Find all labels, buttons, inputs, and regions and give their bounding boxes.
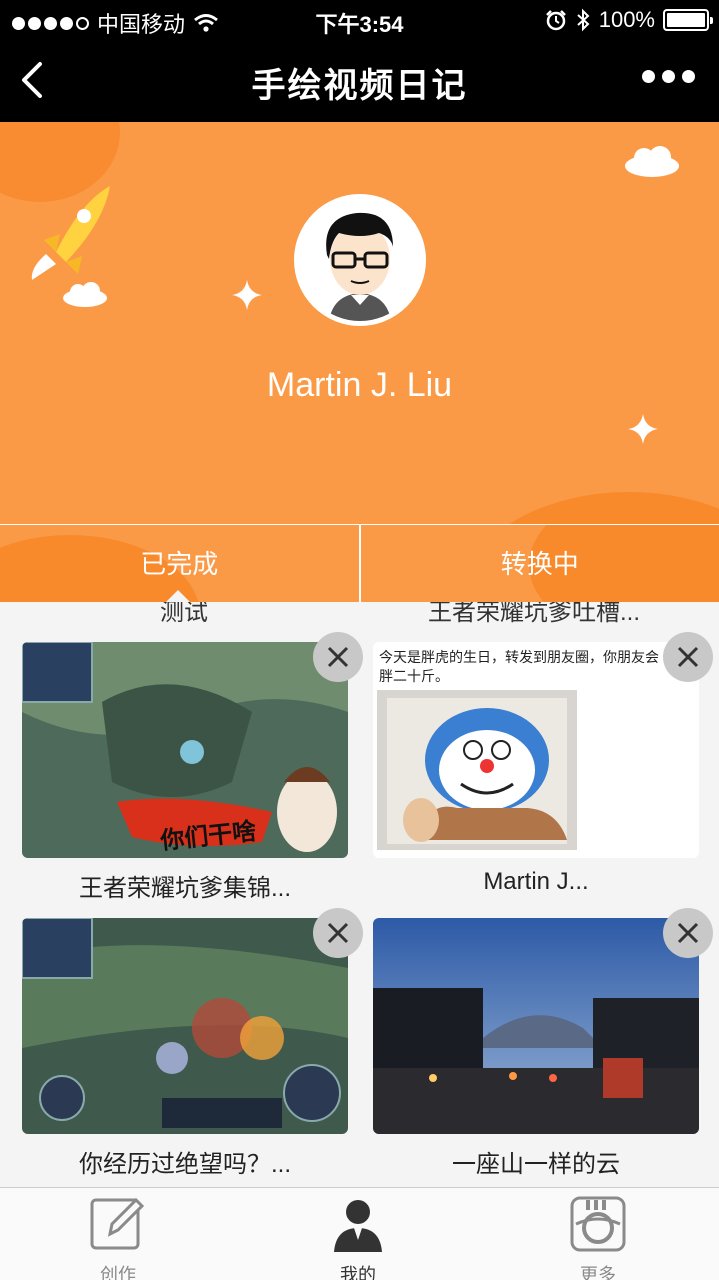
delete-video-button[interactable] [313,908,363,958]
profile-header: Martin J. Liu [0,122,719,524]
list-item-title: 王者荣耀坑爹吐槽... [427,602,640,626]
video-title: 你经历过绝望吗？... [78,1151,291,1178]
edit-icon [90,1197,145,1250]
avatar[interactable] [294,194,426,326]
page-title: 手绘视频日记 [251,67,468,105]
tab-more-label: 更多 [580,1265,616,1280]
sparkle-icon [232,280,262,310]
delete-video-button[interactable] [663,908,713,958]
cloud-icon [625,146,679,177]
tab-converting[interactable]: 转换中 [358,525,719,602]
username: Martin J. Liu [266,366,453,404]
alarm-icon [545,10,566,31]
close-icon [327,646,349,668]
delete-video-button[interactable] [313,632,363,682]
close-icon [677,922,699,944]
status-bar: 中国移动 下午3:54 100% [0,0,719,40]
video-thumbnail[interactable]: 你们干啥 [22,642,348,858]
video-card[interactable]: 一座山一样的云 [373,918,699,1179]
video-title: 一座山一样的云 [452,1151,620,1178]
video-grid: 测试 王者荣耀坑爹吐槽... 你们干啥 王者荣耀坑爹集锦... 今天是胖虎的生日… [0,602,719,1187]
thumbnail-caption: 今天是胖虎的生日，转发到朋友圈，你朋友会胖二十斤。 [379,649,659,684]
decorative-blob [459,492,719,524]
camera-icon [570,1196,626,1252]
sparkle-icon [628,414,658,444]
rocket-icon [31,186,110,280]
tab-mine[interactable]: 我的 [298,1194,418,1280]
video-title: 王者荣耀坑爹集锦... [78,875,291,902]
tab-more[interactable]: 更多 [538,1194,658,1280]
video-card[interactable]: 你经历过绝望吗？... [22,918,348,1179]
battery-percent: 100% [598,7,655,32]
video-title: Martin J... [483,868,589,895]
delete-video-button[interactable] [663,632,713,682]
more-options-icon[interactable] [642,70,695,83]
list-item-title: 测试 [160,602,208,626]
cloud-icon [63,282,107,307]
tab-create-label: 创作 [100,1265,136,1280]
video-thumbnail[interactable] [373,918,699,1134]
close-icon [677,646,699,668]
video-thumbnail[interactable]: 今天是胖虎的生日，转发到朋友圈，你朋友会胖二十斤。 [373,642,699,858]
tab-create[interactable]: 创作 [58,1194,178,1280]
tab-bar-segment: 已完成 转换中 [0,524,719,602]
battery-icon [663,9,713,31]
video-card[interactable]: 今天是胖虎的生日，转发到朋友圈，你朋友会胖二十斤。 Martin J... [373,642,699,896]
bluetooth-icon [577,8,590,32]
video-card[interactable]: 你们干啥 王者荣耀坑爹集锦... [22,642,348,903]
tab-mine-label: 我的 [340,1265,376,1280]
navigation-bar: 手绘视频日记 [0,40,719,122]
user-icon [334,1200,382,1252]
active-tab-indicator [166,590,190,602]
video-thumbnail[interactable] [22,918,348,1134]
bottom-tab-bar: 创作 我的 更多 [0,1187,719,1280]
close-icon [327,922,349,944]
